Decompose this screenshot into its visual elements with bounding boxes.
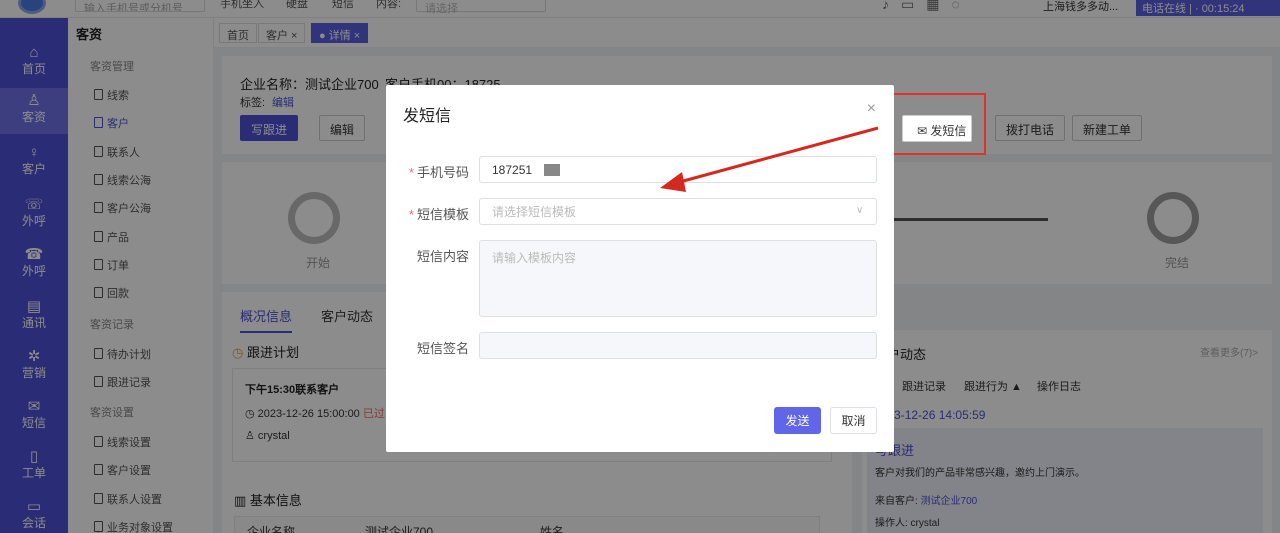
template-label: * 短信模板 (408, 207, 469, 222)
dialog-title: 发短信 (403, 108, 452, 125)
highlight-box (882, 93, 986, 155)
sign-input[interactable] (479, 332, 877, 359)
content-textarea[interactable] (479, 240, 877, 317)
send-sms-dialog: 发短信 × *手机号码 *短信模板 ∨ 短信内容 短信签名 发送 取消 (386, 85, 894, 452)
send-button[interactable]: 发送 (774, 407, 821, 434)
template-select[interactable] (479, 198, 877, 225)
close-icon[interactable]: × (867, 100, 876, 118)
phone-input[interactable] (479, 156, 877, 183)
sign-label: 短信签名 (416, 341, 469, 356)
phone-mask (544, 164, 560, 176)
chevron-down-icon[interactable]: ∨ (856, 205, 863, 216)
phone-label: * 手机号码 (408, 165, 469, 180)
content-label: 短信内容 (416, 249, 469, 264)
cancel-button[interactable]: 取消 (830, 407, 877, 434)
